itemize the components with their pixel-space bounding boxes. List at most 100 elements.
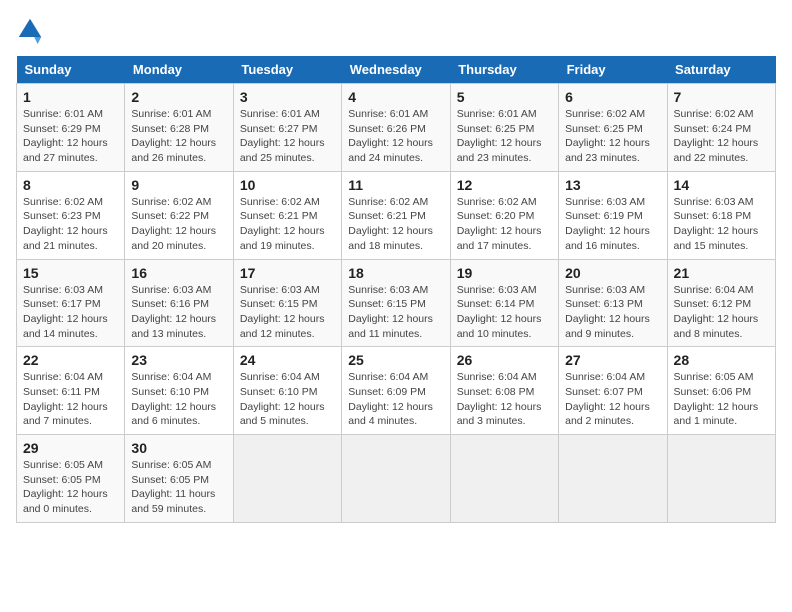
day-number: 21 <box>674 265 769 281</box>
page-header <box>16 16 776 44</box>
table-row: 20Sunrise: 6:03 AM Sunset: 6:13 PM Dayli… <box>559 259 667 347</box>
day-detail: Sunrise: 6:02 AM Sunset: 6:25 PM Dayligh… <box>565 107 660 166</box>
table-row: 22 Sunrise: 6:04 AM Sunset: 6:11 PM Dayli… <box>17 347 125 435</box>
day-number: 8 <box>23 177 118 193</box>
day-detail: Sunrise: 6:03 AM Sunset: 6:13 PM Dayligh… <box>565 283 660 342</box>
day-detail: Sunrise: 6:03 AM Sunset: 6:15 PM Dayligh… <box>348 283 443 342</box>
col-thursday: Thursday <box>450 56 558 84</box>
table-row: 9 Sunrise: 6:02 AM Sunset: 6:22 PM Daylig… <box>125 171 233 259</box>
calendar-week-row: 29 Sunrise: 6:05 AM Sunset: 6:05 PM Dayli… <box>17 435 776 523</box>
day-number: 12 <box>457 177 552 193</box>
day-detail: Sunrise: 6:02 AM Sunset: 6:24 PM Dayligh… <box>674 107 769 166</box>
day-number: 6 <box>565 89 660 105</box>
calendar-week-row: 8 Sunrise: 6:02 AM Sunset: 6:23 PM Daylig… <box>17 171 776 259</box>
calendar-week-row: 15 Sunrise: 6:03 AM Sunset: 6:17 PM Dayli… <box>17 259 776 347</box>
day-number: 11 <box>348 177 443 193</box>
col-monday: Monday <box>125 56 233 84</box>
table-row: 30 Sunrise: 6:05 AM Sunset: 6:05 PM Dayli… <box>125 435 233 523</box>
day-detail: Sunrise: 6:04 AM Sunset: 6:07 PM Dayligh… <box>565 370 660 429</box>
table-row: 1 Sunrise: 6:01 AM Sunset: 6:29 PM Daylig… <box>17 84 125 172</box>
day-number: 13 <box>565 177 660 193</box>
day-number: 16 <box>131 265 226 281</box>
day-number: 5 <box>457 89 552 105</box>
table-row <box>233 435 341 523</box>
calendar-table: Sunday Monday Tuesday Wednesday Thursday… <box>16 56 776 523</box>
day-detail: Sunrise: 6:03 AM Sunset: 6:15 PM Dayligh… <box>240 283 335 342</box>
table-row: 10 Sunrise: 6:02 AM Sunset: 6:21 PM Dayli… <box>233 171 341 259</box>
table-row: 28Sunrise: 6:05 AM Sunset: 6:06 PM Dayli… <box>667 347 775 435</box>
calendar-week-row: 1 Sunrise: 6:01 AM Sunset: 6:29 PM Daylig… <box>17 84 776 172</box>
day-number: 23 <box>131 352 226 368</box>
table-row: 5 Sunrise: 6:01 AM Sunset: 6:25 PM Daylig… <box>450 84 558 172</box>
table-row: 8 Sunrise: 6:02 AM Sunset: 6:23 PM Daylig… <box>17 171 125 259</box>
day-detail: Sunrise: 6:02 AM Sunset: 6:23 PM Dayligh… <box>23 195 118 254</box>
day-detail: Sunrise: 6:05 AM Sunset: 6:05 PM Dayligh… <box>23 458 118 517</box>
day-detail: Sunrise: 6:04 AM Sunset: 6:11 PM Dayligh… <box>23 370 118 429</box>
day-number: 9 <box>131 177 226 193</box>
table-row: 2 Sunrise: 6:01 AM Sunset: 6:28 PM Daylig… <box>125 84 233 172</box>
table-row: 6 Sunrise: 6:02 AM Sunset: 6:25 PM Daylig… <box>559 84 667 172</box>
day-detail: Sunrise: 6:02 AM Sunset: 6:20 PM Dayligh… <box>457 195 552 254</box>
day-detail: Sunrise: 6:03 AM Sunset: 6:14 PM Dayligh… <box>457 283 552 342</box>
day-detail: Sunrise: 6:04 AM Sunset: 6:10 PM Dayligh… <box>240 370 335 429</box>
day-number: 27 <box>565 352 660 368</box>
day-number: 18 <box>348 265 443 281</box>
table-row: 13 Sunrise: 6:03 AM Sunset: 6:19 PM Dayli… <box>559 171 667 259</box>
day-detail: Sunrise: 6:02 AM Sunset: 6:21 PM Dayligh… <box>348 195 443 254</box>
day-detail: Sunrise: 6:01 AM Sunset: 6:26 PM Dayligh… <box>348 107 443 166</box>
col-sunday: Sunday <box>17 56 125 84</box>
day-number: 1 <box>23 89 118 105</box>
table-row <box>667 435 775 523</box>
table-row: 3 Sunrise: 6:01 AM Sunset: 6:27 PM Daylig… <box>233 84 341 172</box>
table-row: 11 Sunrise: 6:02 AM Sunset: 6:21 PM Dayli… <box>342 171 450 259</box>
table-row <box>342 435 450 523</box>
day-detail: Sunrise: 6:04 AM Sunset: 6:08 PM Dayligh… <box>457 370 552 429</box>
day-detail: Sunrise: 6:01 AM Sunset: 6:27 PM Dayligh… <box>240 107 335 166</box>
day-number: 10 <box>240 177 335 193</box>
day-detail: Sunrise: 6:02 AM Sunset: 6:22 PM Dayligh… <box>131 195 226 254</box>
day-number: 4 <box>348 89 443 105</box>
table-row: 12 Sunrise: 6:02 AM Sunset: 6:20 PM Dayli… <box>450 171 558 259</box>
day-number: 19 <box>457 265 552 281</box>
day-detail: Sunrise: 6:03 AM Sunset: 6:19 PM Dayligh… <box>565 195 660 254</box>
day-detail: Sunrise: 6:01 AM Sunset: 6:29 PM Dayligh… <box>23 107 118 166</box>
day-number: 25 <box>348 352 443 368</box>
table-row: 23Sunrise: 6:04 AM Sunset: 6:10 PM Dayli… <box>125 347 233 435</box>
logo <box>16 16 48 44</box>
day-number: 15 <box>23 265 118 281</box>
table-row: 15 Sunrise: 6:03 AM Sunset: 6:17 PM Dayli… <box>17 259 125 347</box>
table-row <box>559 435 667 523</box>
col-friday: Friday <box>559 56 667 84</box>
table-row: 25 Sunrise: 6:04 AM Sunset: 6:09 PM Dayli… <box>342 347 450 435</box>
table-row: 17 Sunrise: 6:03 AM Sunset: 6:15 PM Dayli… <box>233 259 341 347</box>
col-saturday: Saturday <box>667 56 775 84</box>
table-row: 19 Sunrise: 6:03 AM Sunset: 6:14 PM Dayli… <box>450 259 558 347</box>
calendar-header-row: Sunday Monday Tuesday Wednesday Thursday… <box>17 56 776 84</box>
day-number: 30 <box>131 440 226 456</box>
day-detail: Sunrise: 6:04 AM Sunset: 6:09 PM Dayligh… <box>348 370 443 429</box>
day-number: 29 <box>23 440 118 456</box>
day-number: 3 <box>240 89 335 105</box>
table-row: 4 Sunrise: 6:01 AM Sunset: 6:26 PM Daylig… <box>342 84 450 172</box>
table-row <box>450 435 558 523</box>
day-number: 17 <box>240 265 335 281</box>
day-detail: Sunrise: 6:01 AM Sunset: 6:28 PM Dayligh… <box>131 107 226 166</box>
day-number: 2 <box>131 89 226 105</box>
day-detail: Sunrise: 6:05 AM Sunset: 6:05 PM Dayligh… <box>131 458 226 517</box>
day-number: 7 <box>674 89 769 105</box>
day-number: 22 <box>23 352 118 368</box>
logo-icon <box>16 16 44 44</box>
table-row: 24Sunrise: 6:04 AM Sunset: 6:10 PM Dayli… <box>233 347 341 435</box>
day-number: 14 <box>674 177 769 193</box>
day-detail: Sunrise: 6:03 AM Sunset: 6:17 PM Dayligh… <box>23 283 118 342</box>
table-row: 27 Sunrise: 6:04 AM Sunset: 6:07 PM Dayli… <box>559 347 667 435</box>
table-row: 29 Sunrise: 6:05 AM Sunset: 6:05 PM Dayli… <box>17 435 125 523</box>
col-tuesday: Tuesday <box>233 56 341 84</box>
calendar-week-row: 22 Sunrise: 6:04 AM Sunset: 6:11 PM Dayli… <box>17 347 776 435</box>
day-detail: Sunrise: 6:01 AM Sunset: 6:25 PM Dayligh… <box>457 107 552 166</box>
day-detail: Sunrise: 6:04 AM Sunset: 6:12 PM Dayligh… <box>674 283 769 342</box>
table-row: 14 Sunrise: 6:03 AM Sunset: 6:18 PM Dayli… <box>667 171 775 259</box>
day-detail: Sunrise: 6:02 AM Sunset: 6:21 PM Dayligh… <box>240 195 335 254</box>
day-detail: Sunrise: 6:03 AM Sunset: 6:18 PM Dayligh… <box>674 195 769 254</box>
day-detail: Sunrise: 6:03 AM Sunset: 6:16 PM Dayligh… <box>131 283 226 342</box>
